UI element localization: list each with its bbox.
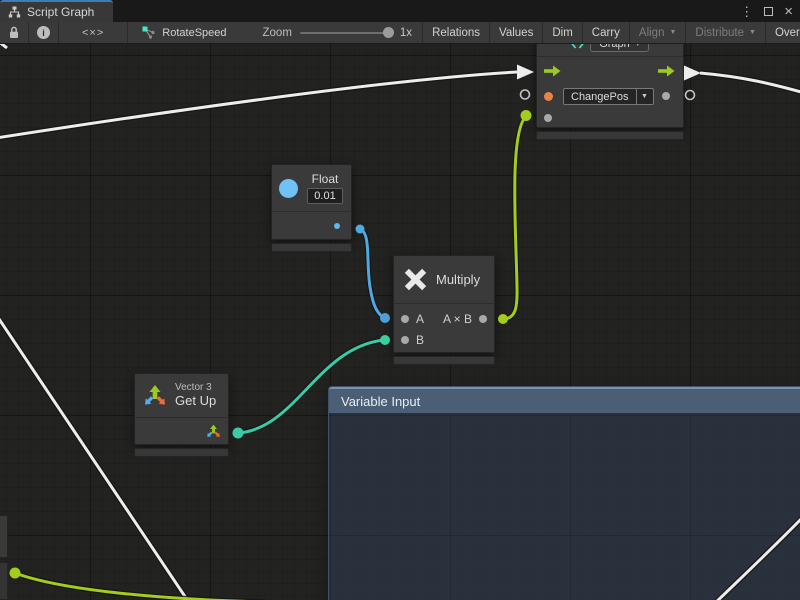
node-vector3-get-up[interactable]: Vector 3 Get Up <box>134 373 229 457</box>
values-button[interactable]: Values <box>490 22 543 43</box>
group-header[interactable]: Variable Input <box>329 387 800 413</box>
node-footer <box>271 243 352 252</box>
node-float[interactable]: Float 0.01 <box>271 164 352 252</box>
relations-label: Relations <box>432 27 480 39</box>
vector-output-port-icon[interactable] <box>206 424 221 439</box>
trigger-in-arrow-icon[interactable] <box>544 65 561 77</box>
window-menu-icon[interactable]: ⋮ <box>740 5 753 18</box>
chevron-down-icon: ▼ <box>749 29 756 36</box>
float-value-field[interactable]: 0.01 <box>307 188 343 204</box>
graph-reference[interactable]: RotateSpeed <box>128 22 238 43</box>
tab-label: Script Graph <box>27 5 94 19</box>
float-node-title: Float <box>312 172 339 186</box>
carry-button[interactable]: Carry <box>583 22 630 43</box>
changepos-out-port-icon[interactable] <box>662 92 670 100</box>
group-title: Variable Input <box>341 394 420 409</box>
changepos-variable-port-icon[interactable] <box>544 92 553 101</box>
changepos-dropdown[interactable]: ChangePos ▼ <box>563 88 654 105</box>
node-multiply[interactable]: Multiply A A × B B <box>393 255 495 365</box>
info-button[interactable]: i <box>29 22 59 43</box>
changepos-in-port-icon[interactable] <box>544 114 552 122</box>
multiply-port-a-label: A <box>416 312 424 326</box>
overview-label: Overview <box>775 27 800 39</box>
dim-button[interactable]: Dim <box>543 22 582 43</box>
window-controls: ⋮ × <box>740 0 793 22</box>
lock-button[interactable] <box>0 22 29 43</box>
align-button[interactable]: Align ▼ <box>630 22 687 43</box>
zoom-label: Zoom <box>263 27 292 39</box>
carry-label: Carry <box>592 27 620 39</box>
tab-script-graph[interactable]: Script Graph <box>0 0 113 22</box>
graph-name-label: RotateSpeed <box>162 27 226 39</box>
embed-graph-button[interactable]: <×> <box>59 22 128 43</box>
distribute-button[interactable]: Distribute ▼ <box>686 22 766 43</box>
dim-label: Dim <box>552 27 572 39</box>
float-type-icon <box>279 179 298 198</box>
zoom-control: Zoom 1x <box>239 22 424 43</box>
node-footer <box>536 131 684 140</box>
values-label: Values <box>499 27 533 39</box>
graph-node-icon <box>142 26 155 39</box>
info-icon: i <box>37 26 50 39</box>
multiply-icon <box>403 267 428 292</box>
float-output-port-icon[interactable] <box>334 223 340 229</box>
node-footer <box>134 448 229 457</box>
script-graph-icon <box>8 6 21 18</box>
chevron-down-icon: ▼ <box>636 89 653 104</box>
node-partial-left[interactable] <box>0 515 8 558</box>
zoom-value: 1x <box>400 27 412 39</box>
close-icon[interactable]: × <box>784 4 793 19</box>
align-label: Align <box>639 27 665 39</box>
vector3-icon <box>143 384 167 408</box>
tab-bar: Script Graph ⋮ × <box>0 0 800 22</box>
node-graph-changepos[interactable]: Graph ▾ ChangePos ▼ <box>536 30 684 140</box>
multiply-a-inner-port-icon[interactable] <box>401 315 409 323</box>
lock-icon <box>8 26 20 39</box>
node-partial-left-footer <box>0 562 8 600</box>
group-variable-input[interactable]: Variable Input <box>328 386 800 600</box>
vector-node-title: Get Up <box>175 394 216 409</box>
script-graph-window: Variable Input <box>0 0 800 600</box>
zoom-slider[interactable] <box>300 32 392 34</box>
multiply-out-inner-port-icon[interactable] <box>479 315 487 323</box>
changepos-dropdown-value: ChangePos <box>564 89 636 104</box>
relations-button[interactable]: Relations <box>423 22 490 43</box>
distribute-label: Distribute <box>695 27 744 39</box>
overview-button[interactable]: Overview <box>766 22 800 43</box>
embed-graph-icon: <×> <box>68 27 118 39</box>
maximize-icon[interactable] <box>764 7 773 16</box>
multiply-port-out-label: A × B <box>443 312 472 326</box>
trigger-out-arrow-icon[interactable] <box>658 65 675 77</box>
multiply-port-b-label: B <box>416 333 424 347</box>
zoom-slider-handle[interactable] <box>383 27 394 38</box>
multiply-b-inner-port-icon[interactable] <box>401 336 409 344</box>
multiply-node-title: Multiply <box>436 272 480 287</box>
node-footer <box>393 356 495 365</box>
graph-toolbar: i <×> RotateSpeed Zoom 1x Relations Valu… <box>0 22 800 44</box>
chevron-down-icon: ▼ <box>669 29 676 36</box>
